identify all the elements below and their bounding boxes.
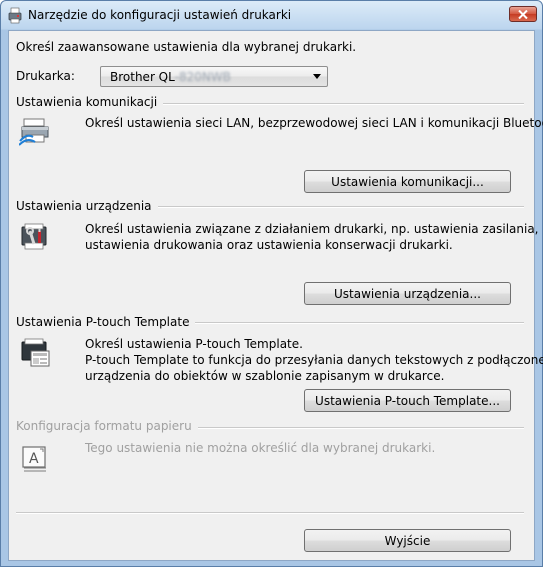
chevron-down-icon <box>313 74 321 79</box>
section-title-device: Ustawienia urządzenia <box>16 199 158 213</box>
printer-label: Drukarka: <box>16 69 75 83</box>
section-title-paper: Konfiguracja formatu papieru <box>16 419 198 433</box>
description-line: Określ ustawienia P-touch Template. <box>85 337 303 351</box>
description-line: Określ ustawienia związane z działaniem … <box>85 222 539 236</box>
ptouch-template-settings-button[interactable]: Ustawienia P-touch Template... <box>304 389 511 412</box>
dialog-client-area: Określ zaawansowane ustawienia dla wybra… <box>8 30 543 561</box>
network-printer-icon <box>18 115 51 147</box>
communication-settings-button[interactable]: Ustawienia komunikacji... <box>304 170 511 193</box>
description-line: P-touch Template to funkcja do przesyłan… <box>85 353 543 367</box>
communication-description: Określ ustawienia sieci LAN, bezprzewodo… <box>85 115 543 131</box>
template-printer-icon <box>19 337 51 369</box>
description-line: urządzenia do obiektów w szablonie zapis… <box>85 369 445 383</box>
printer-select-value: Brother QL-820NWB <box>110 70 231 84</box>
intro-text: Określ zaawansowane ustawienia dla wybra… <box>16 40 357 54</box>
printer-tool-icon <box>7 6 23 24</box>
section-title-ptouch: Ustawienia P-touch Template <box>16 315 196 329</box>
ptouch-description: Określ ustawienia P-touch Template. P-to… <box>85 336 543 384</box>
description-line: Tego ustawienia nie można określić dla w… <box>85 441 436 455</box>
exit-button[interactable]: Wyjście <box>304 529 511 552</box>
paper-format-icon: A <box>19 441 51 473</box>
paper-description: Tego ustawienia nie można określić dla w… <box>85 440 435 456</box>
description-line: Określ ustawienia sieci LAN, bezprzewodo… <box>85 116 543 130</box>
printer-select[interactable]: Brother QL-820NWB <box>100 66 328 87</box>
device-settings-button[interactable]: Ustawienia urządzenia... <box>304 282 511 305</box>
close-icon <box>518 10 528 19</box>
description-line: ustawienia drukowania oraz ustawienia ko… <box>85 238 453 252</box>
svg-text:A: A <box>29 451 39 467</box>
title-bar[interactable]: Narzędzie do konfiguracji ustawień druka… <box>1 1 542 30</box>
tools-printer-icon <box>19 221 51 253</box>
dialog-window: Narzędzie do konfiguracji ustawień druka… <box>0 0 543 567</box>
close-button[interactable] <box>509 6 537 22</box>
section-title-communication: Ustawienia komunikacji <box>16 95 164 109</box>
footer-divider <box>16 512 524 514</box>
device-description: Określ ustawienia związane z działaniem … <box>85 221 539 253</box>
window-title: Narzędzie do konfiguracji ustawień druka… <box>28 8 292 22</box>
